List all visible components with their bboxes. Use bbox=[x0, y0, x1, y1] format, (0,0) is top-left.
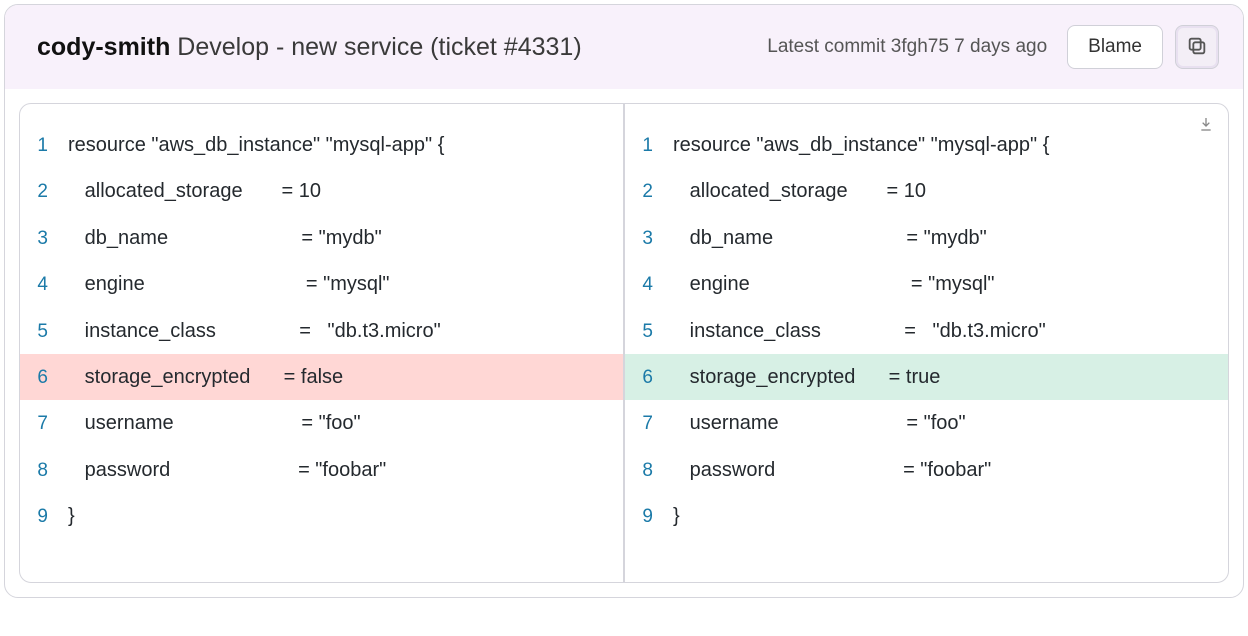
line-number: 1 bbox=[625, 131, 673, 161]
line-number: 7 bbox=[20, 409, 68, 439]
line-number: 6 bbox=[20, 363, 68, 393]
line-number: 2 bbox=[625, 177, 673, 207]
code-line: 1resource "aws_db_instance" "mysql-app" … bbox=[20, 122, 623, 168]
line-number: 4 bbox=[20, 270, 68, 300]
diff-left-column: 1resource "aws_db_instance" "mysql-app" … bbox=[20, 104, 625, 582]
line-number: 7 bbox=[625, 409, 673, 439]
line-content: resource "aws_db_instance" "mysql-app" { bbox=[68, 129, 444, 161]
code-line: 9} bbox=[20, 493, 623, 539]
code-line: 2 allocated_storage = 10 bbox=[20, 168, 623, 214]
line-number: 9 bbox=[20, 502, 68, 532]
line-content: instance_class = "db.t3.micro" bbox=[673, 315, 1046, 347]
line-number: 3 bbox=[20, 224, 68, 254]
line-content: db_name = "mydb" bbox=[673, 222, 987, 254]
line-number: 8 bbox=[625, 456, 673, 486]
line-content: engine = "mysql" bbox=[68, 268, 390, 300]
line-content: engine = "mysql" bbox=[673, 268, 995, 300]
line-number: 5 bbox=[20, 317, 68, 347]
line-content: password = "foobar" bbox=[673, 454, 991, 486]
line-content: storage_encrypted = true bbox=[673, 361, 940, 393]
line-content: username = "foo" bbox=[673, 407, 966, 439]
code-line: 4 engine = "mysql" bbox=[625, 261, 1228, 307]
code-line: 3 db_name = "mydb" bbox=[625, 215, 1228, 261]
code-line: 6 storage_encrypted = false bbox=[20, 354, 623, 400]
blame-button[interactable]: Blame bbox=[1067, 25, 1163, 69]
commit-title: cody-smith Develop - new service (ticket… bbox=[37, 33, 755, 62]
line-content: allocated_storage = 10 bbox=[68, 175, 321, 207]
line-content: } bbox=[68, 500, 75, 532]
line-content: db_name = "mydb" bbox=[68, 222, 382, 254]
diff-wrap: 1resource "aws_db_instance" "mysql-app" … bbox=[5, 89, 1243, 597]
file-header: cody-smith Develop - new service (ticket… bbox=[5, 5, 1243, 89]
line-content: password = "foobar" bbox=[68, 454, 386, 486]
line-number: 5 bbox=[625, 317, 673, 347]
code-line: 9} bbox=[625, 493, 1228, 539]
code-line: 8 password = "foobar" bbox=[625, 447, 1228, 493]
code-line: 6 storage_encrypted = true bbox=[625, 354, 1228, 400]
line-content: allocated_storage = 10 bbox=[673, 175, 926, 207]
line-number: 8 bbox=[20, 456, 68, 486]
code-line: 2 allocated_storage = 10 bbox=[625, 168, 1228, 214]
line-content: resource "aws_db_instance" "mysql-app" { bbox=[673, 129, 1049, 161]
line-number: 1 bbox=[20, 131, 68, 161]
copy-button[interactable] bbox=[1175, 25, 1219, 69]
code-line: 7 username = "foo" bbox=[20, 400, 623, 446]
author-name: cody-smith bbox=[37, 33, 170, 61]
line-number: 2 bbox=[20, 177, 68, 207]
code-line: 8 password = "foobar" bbox=[20, 447, 623, 493]
line-content: storage_encrypted = false bbox=[68, 361, 343, 393]
line-number: 6 bbox=[625, 363, 673, 393]
line-number: 3 bbox=[625, 224, 673, 254]
code-line: 4 engine = "mysql" bbox=[20, 261, 623, 307]
line-content: instance_class = "db.t3.micro" bbox=[68, 315, 441, 347]
commit-meta: Latest commit 3fgh75 7 days ago bbox=[767, 36, 1047, 58]
download-icon[interactable] bbox=[1198, 116, 1214, 137]
line-number: 9 bbox=[625, 502, 673, 532]
code-line: 1resource "aws_db_instance" "mysql-app" … bbox=[625, 122, 1228, 168]
line-content: } bbox=[673, 500, 680, 532]
diff-right-column: 1resource "aws_db_instance" "mysql-app" … bbox=[625, 104, 1228, 582]
code-line: 3 db_name = "mydb" bbox=[20, 215, 623, 261]
copy-icon bbox=[1186, 35, 1208, 60]
file-diff-container: cody-smith Develop - new service (ticket… bbox=[4, 4, 1244, 598]
diff-panel: 1resource "aws_db_instance" "mysql-app" … bbox=[19, 103, 1229, 583]
line-content: username = "foo" bbox=[68, 407, 361, 439]
commit-message: Develop - new service (ticket #4331) bbox=[170, 33, 581, 61]
code-line: 5 instance_class = "db.t3.micro" bbox=[20, 308, 623, 354]
code-line: 7 username = "foo" bbox=[625, 400, 1228, 446]
code-line: 5 instance_class = "db.t3.micro" bbox=[625, 308, 1228, 354]
line-number: 4 bbox=[625, 270, 673, 300]
